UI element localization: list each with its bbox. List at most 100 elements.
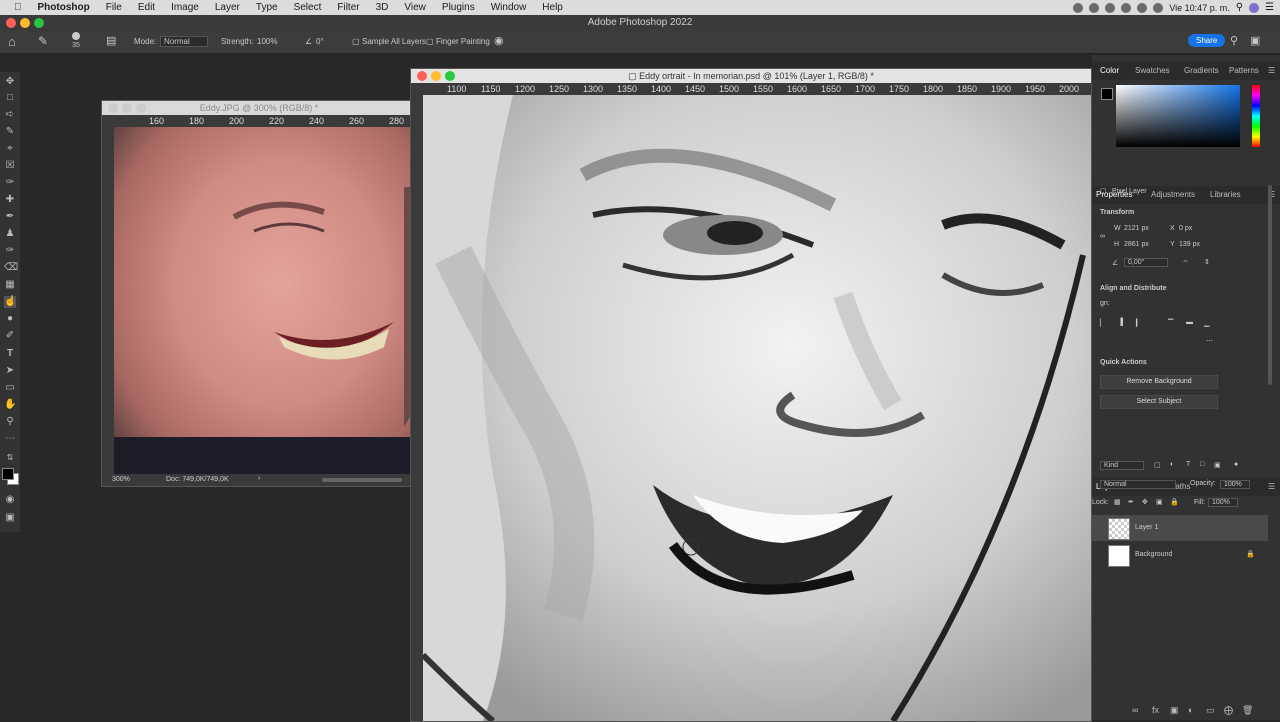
lock-artboard-icon[interactable]: ▣ bbox=[1156, 498, 1163, 506]
smudge-tool-preset-icon[interactable]: ✎ bbox=[38, 34, 48, 48]
swap-colors-icon[interactable]: ⇅ bbox=[4, 452, 16, 464]
move-tool-icon[interactable]: ✥ bbox=[4, 76, 16, 88]
quick-select-tool-icon[interactable]: ✎ bbox=[4, 126, 16, 138]
more-options-icon[interactable]: ⋯ bbox=[1206, 337, 1213, 345]
brush-preset-picker[interactable]: 35 bbox=[72, 32, 80, 49]
menu-app-name[interactable]: Photoshop bbox=[30, 2, 98, 13]
align-left-icon[interactable]: ▏ bbox=[1100, 319, 1105, 327]
menu-layer[interactable]: Layer bbox=[207, 2, 248, 13]
ref-minimize-button[interactable] bbox=[122, 103, 132, 113]
tab-gradients[interactable]: Gradients bbox=[1184, 66, 1219, 75]
add-mask-icon[interactable]: ▣ bbox=[1170, 705, 1179, 716]
battery-icon[interactable] bbox=[1153, 2, 1164, 13]
lock-image-icon[interactable]: ✒ bbox=[1128, 498, 1134, 506]
tab-swatches[interactable]: Swatches bbox=[1135, 66, 1170, 75]
sample-all-layers-checkbox[interactable]: ▢ bbox=[352, 37, 360, 46]
width-value[interactable]: 2121 px bbox=[1124, 225, 1149, 232]
ref-zoom-button[interactable] bbox=[136, 103, 146, 113]
menu-window[interactable]: Window bbox=[483, 2, 535, 13]
type-tool-icon[interactable]: T bbox=[4, 348, 16, 360]
frame-tool-icon[interactable]: ☒ bbox=[4, 160, 16, 172]
lock-all-icon[interactable]: 🔒 bbox=[1170, 498, 1179, 506]
flip-horizontal-icon[interactable]: ⇔ bbox=[1182, 258, 1189, 265]
status-icon-1[interactable] bbox=[1073, 2, 1084, 13]
control-center-icon[interactable]: ☰ bbox=[1265, 2, 1274, 13]
close-window-button[interactable] bbox=[6, 18, 16, 28]
flip-vertical-icon[interactable]: ⇕ bbox=[1204, 258, 1210, 266]
status-icon-3[interactable] bbox=[1105, 2, 1116, 13]
more-tools-icon[interactable]: ⋯ bbox=[4, 433, 16, 445]
dodge-tool-icon[interactable]: ● bbox=[4, 313, 16, 325]
menu-3d[interactable]: 3D bbox=[368, 2, 397, 13]
tab-color[interactable]: Color bbox=[1100, 66, 1119, 75]
layer-name[interactable]: Background bbox=[1135, 551, 1172, 558]
layer-style-icon[interactable]: fx bbox=[1152, 705, 1159, 715]
reference-photo-canvas[interactable] bbox=[114, 127, 416, 474]
hue-slider[interactable] bbox=[1252, 85, 1260, 147]
eyedropper-tool-icon[interactable]: ✑ bbox=[4, 177, 16, 189]
lock-position-icon[interactable]: ✥ bbox=[1142, 498, 1148, 506]
lasso-tool-icon[interactable]: ➪ bbox=[4, 109, 16, 121]
gradient-tool-icon[interactable]: ▦ bbox=[4, 279, 16, 291]
angle-value[interactable]: 0° bbox=[316, 37, 324, 46]
search-icon[interactable]: ⚲ bbox=[1236, 2, 1243, 13]
home-icon[interactable]: ⌂ bbox=[8, 34, 16, 49]
workspace-icon[interactable]: ▣ bbox=[1250, 34, 1260, 47]
properties-scrollbar[interactable] bbox=[1268, 185, 1272, 385]
crop-tool-icon[interactable]: ⌖ bbox=[4, 143, 16, 155]
smudge-tool-icon[interactable]: ☝ bbox=[4, 296, 16, 308]
screen-mode-icon[interactable]: ▣ bbox=[4, 512, 16, 524]
menubar-clock[interactable]: Vie 10:47 p. m. bbox=[1169, 3, 1229, 13]
foreground-color-swatch[interactable] bbox=[2, 468, 14, 480]
adjustment-layer-icon[interactable]: ◐ bbox=[1188, 705, 1193, 715]
path-selection-tool-icon[interactable]: ➤ bbox=[4, 365, 16, 377]
layer-row[interactable]: Background 🔒 bbox=[1092, 542, 1268, 568]
main-zoom-button[interactable] bbox=[445, 71, 455, 81]
healing-brush-tool-icon[interactable]: ✚ bbox=[4, 194, 16, 206]
menu-filter[interactable]: Filter bbox=[329, 2, 367, 13]
rectangle-tool-icon[interactable]: ▭ bbox=[4, 382, 16, 394]
status-expand-icon[interactable]: › bbox=[258, 475, 260, 482]
brush-settings-icon[interactable]: ▤ bbox=[106, 34, 116, 47]
reference-zoom-level[interactable]: 300% bbox=[112, 476, 130, 483]
layer-filter-kind[interactable]: Kind bbox=[1100, 461, 1144, 470]
menu-edit[interactable]: Edit bbox=[130, 2, 163, 13]
new-group-icon[interactable]: ▭ bbox=[1206, 705, 1215, 716]
zoom-window-button[interactable] bbox=[34, 18, 44, 28]
menu-view[interactable]: View bbox=[396, 2, 434, 13]
menu-image[interactable]: Image bbox=[163, 2, 207, 13]
apple-icon[interactable]:  bbox=[0, 2, 30, 13]
fill-value[interactable]: 100% bbox=[1208, 498, 1238, 507]
reference-doc-info[interactable]: Doc: 749,0K/749,0K bbox=[166, 476, 229, 483]
painting-canvas[interactable] bbox=[423, 95, 1091, 721]
menu-help[interactable]: Help bbox=[534, 2, 571, 13]
eraser-tool-icon[interactable]: ⌫ bbox=[4, 262, 18, 274]
share-button[interactable]: Share bbox=[1188, 34, 1226, 47]
clone-stamp-tool-icon[interactable]: ♟ bbox=[4, 228, 16, 240]
status-icon-4[interactable] bbox=[1121, 2, 1132, 13]
select-subject-button[interactable]: Select Subject bbox=[1100, 395, 1218, 409]
align-top-icon[interactable]: ▔ bbox=[1168, 319, 1173, 327]
opacity-value[interactable]: 100% bbox=[1220, 480, 1250, 489]
tab-patterns[interactable]: Patterns bbox=[1229, 66, 1259, 75]
new-layer-icon[interactable]: ⨁ bbox=[1224, 705, 1233, 716]
wifi-icon[interactable] bbox=[1137, 2, 1148, 13]
rotate-angle-value[interactable]: 0,00° bbox=[1124, 258, 1168, 267]
siri-icon[interactable] bbox=[1249, 2, 1260, 13]
main-minimize-button[interactable] bbox=[431, 71, 441, 81]
ref-close-button[interactable] bbox=[108, 103, 118, 113]
y-value[interactable]: 139 px bbox=[1179, 241, 1200, 248]
tab-libraries[interactable]: Libraries bbox=[1210, 190, 1241, 199]
filter-type-icon[interactable]: T bbox=[1186, 461, 1190, 468]
minimize-window-button[interactable] bbox=[20, 18, 30, 28]
brush-tool-icon[interactable]: ✒ bbox=[4, 211, 16, 223]
menu-plugins[interactable]: Plugins bbox=[434, 2, 483, 13]
filter-smart-object-icon[interactable]: ▣ bbox=[1214, 461, 1221, 469]
lock-transparent-icon[interactable]: ▦ bbox=[1114, 498, 1121, 506]
mode-select[interactable]: Normal bbox=[160, 36, 208, 47]
remove-background-button[interactable]: Remove Background bbox=[1100, 375, 1218, 389]
align-right-icon[interactable]: ▎ bbox=[1136, 319, 1141, 327]
fg-color-chip[interactable] bbox=[1101, 88, 1113, 100]
blend-mode-select[interactable]: Normal bbox=[1100, 480, 1176, 489]
delete-layer-icon[interactable]: 🗑 bbox=[1242, 705, 1253, 716]
